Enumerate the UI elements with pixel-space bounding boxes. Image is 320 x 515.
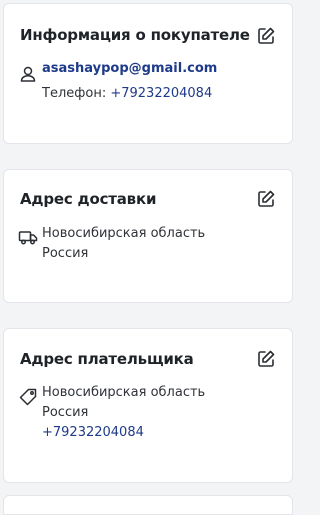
edit-icon <box>258 27 275 44</box>
tag-icon <box>19 388 37 406</box>
buyer-info-card: Информация о покупателе asashaypop@gmail… <box>3 3 293 144</box>
buyer-phone-row: Телефон: +79232204084 <box>42 84 212 104</box>
user-icon <box>20 66 36 82</box>
buyer-info-title: Информация о покупателе <box>20 26 250 44</box>
edit-payer-button[interactable] <box>256 349 276 369</box>
delivery-address-title: Адрес доставки <box>20 190 157 208</box>
buyer-phone-link[interactable]: +79232204084 <box>110 86 212 101</box>
edit-icon <box>258 350 275 367</box>
delivery-country: Россия <box>42 246 89 261</box>
delivery-address-card: Адрес доставки Новосибирская область Рос… <box>3 169 293 303</box>
phone-label: Телефон: <box>42 86 107 101</box>
edit-delivery-button[interactable] <box>256 189 276 209</box>
buyer-email-link[interactable]: asashaypop@gmail.com <box>42 59 217 79</box>
delivery-region: Новосибирская область <box>42 226 206 241</box>
payer-country: Россия <box>42 405 89 420</box>
payer-region: Новосибирская область <box>42 385 206 400</box>
edit-icon <box>258 190 275 207</box>
payer-phone-link[interactable]: +79232204084 <box>42 423 144 443</box>
edit-buyer-button[interactable] <box>256 26 276 46</box>
truck-icon <box>18 231 38 245</box>
payer-address-title: Адрес плательщика <box>20 350 194 368</box>
next-card-edge <box>3 495 293 515</box>
payer-address-card: Адрес плательщика Новосибирская область … <box>3 328 293 483</box>
